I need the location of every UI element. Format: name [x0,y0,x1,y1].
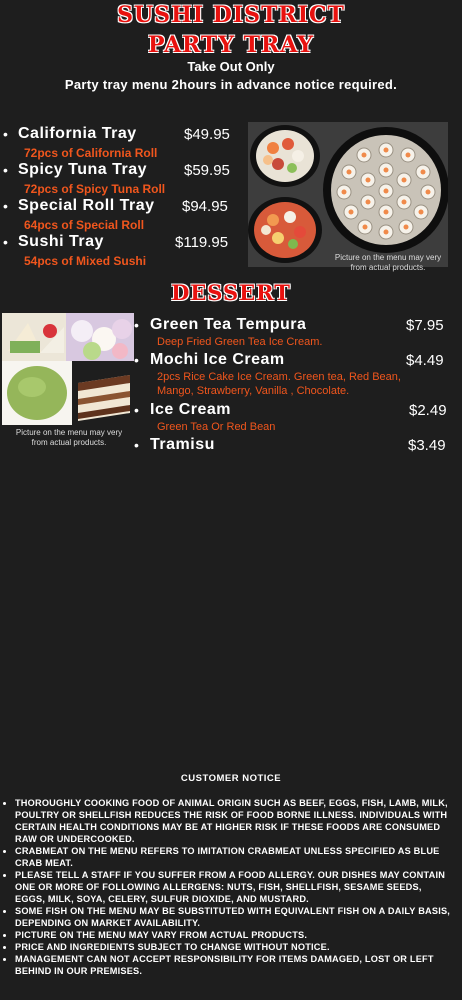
notice-item: SOME FISH ON THE MENU MAY BE SUBSTITUTED… [15,905,452,929]
dessert-photo-caption: Picture on the menu may very from actual… [15,428,123,447]
customer-notice-title: CUSTOMER NOTICE [180,773,282,784]
customer-notice-list: THOROUGHLY COOKING FOOD OF ANIMAL ORIGIN… [0,797,452,977]
tray-name: Spicy Tuna Tray [18,161,148,178]
dessert-detail: 2pcs Rice Cake Ice Cream. Green tea, Red… [157,371,401,397]
advance-notice: Party tray menu 2hours in advance notice… [64,77,398,92]
tray-name: California Tray [18,125,137,142]
bullet-icon: • [134,437,139,453]
dessert-title: DESSERT [171,280,291,305]
tray-price: $59.95 [184,162,230,179]
notice-item: MANAGEMENT CAN NOT ACCEPT RESPONSIBILITY… [15,953,452,977]
party-tray-photo [248,122,449,267]
menu-title: PARTY TRAY [148,32,314,58]
dessert-photo [2,313,134,425]
dessert-name: Mochi Ice Cream [150,351,285,368]
notice-item: PLEASE TELL A STAFF IF YOU SUFFER FROM A… [15,869,452,905]
tray-detail: 72pcs of Spicy Tuna Roll [24,182,166,196]
tray-photo-caption: Picture on the menu may very from actual… [334,253,442,272]
restaurant-name: SUSHI DISTRICT [117,2,345,28]
bullet-icon: • [134,402,139,418]
bullet-icon: • [134,317,139,333]
tray-name: Sushi Tray [18,233,104,250]
notice-item: PRICE AND INGREDIENTS SUBJECT TO CHANGE … [15,941,452,953]
dessert-name: Green Tea Tempura [150,316,307,333]
dessert-price: $4.49 [406,352,444,369]
tray-price: $119.95 [175,234,229,251]
notice-item: THOROUGHLY COOKING FOOD OF ANIMAL ORIGIN… [15,797,452,845]
dessert-price: $2.49 [409,402,447,419]
bullet-icon: • [3,198,8,214]
notice-item: CRABMEAT ON THE MENU REFERS TO IMITATION… [15,845,452,869]
tray-detail: 54pcs of Mixed Sushi [24,254,147,268]
tray-detail: 72pcs of California Roll [24,146,158,160]
tray-name: Special Roll Tray [18,197,155,214]
notice-item: PICTURE ON THE MENU MAY VARY FROM ACTUAL… [15,929,452,941]
dessert-name: Tramisu [150,436,215,453]
dessert-name: Ice Cream [150,401,231,418]
bullet-icon: • [3,234,8,250]
tray-price: $94.95 [182,198,228,215]
bullet-icon: • [3,126,8,142]
dessert-price: $3.49 [408,437,446,454]
bullet-icon: • [3,162,8,178]
tray-detail: 64pcs of Special Roll [24,218,145,232]
dessert-price: $7.95 [406,317,444,334]
tray-price: $49.95 [184,126,230,143]
dessert-detail: Green Tea Or Red Bean [157,421,276,433]
bullet-icon: • [134,352,139,368]
take-out-subtitle: Take Out Only [187,59,275,74]
dessert-detail: Deep Fried Green Tea Ice Cream. [157,336,323,348]
